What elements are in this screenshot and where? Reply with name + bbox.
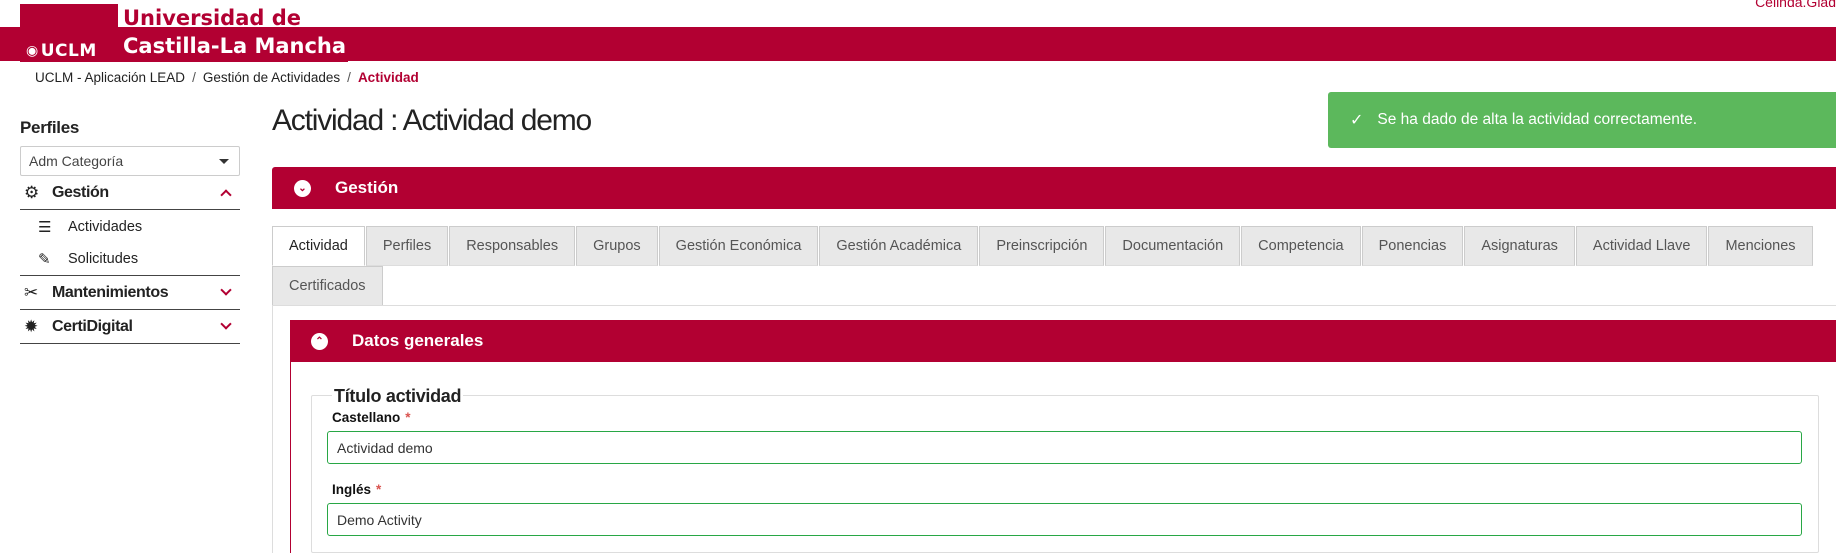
collapse-circle-icon: ⌄: [294, 179, 311, 197]
gears-icon: ⚙: [24, 182, 40, 202]
sidebar-group-certidigital[interactable]: ✹ CertiDigital: [20, 310, 240, 344]
tab-preinscripcion[interactable]: Preinscripción: [979, 226, 1105, 266]
tab-actividad[interactable]: Actividad: [272, 226, 365, 266]
tab-gestion-academica[interactable]: Gestión Académica: [819, 226, 979, 266]
sidebar: Perfiles Adm Categoría ⚙ Gestión ☰ Activ…: [20, 118, 240, 344]
required-mark: *: [376, 482, 382, 497]
section-title: Datos generales: [352, 331, 484, 350]
tab-asignaturas[interactable]: Asignaturas: [1464, 226, 1575, 266]
ingles-label: Inglés *: [332, 482, 382, 497]
tab-responsables[interactable]: Responsables: [449, 226, 576, 266]
breadcrumb-home[interactable]: UCLM - Aplicación LEAD: [35, 70, 185, 85]
chevron-down-icon: [220, 318, 232, 330]
tab-menciones[interactable]: Menciones: [1708, 226, 1813, 266]
file-signature-icon: ✎: [38, 251, 51, 268]
tab-competencia[interactable]: Competencia: [1241, 226, 1361, 266]
caret-down-icon: [219, 158, 229, 164]
logo-title-line2: Castilla-La Mancha: [123, 34, 347, 58]
check-icon: ✓: [1350, 112, 1364, 129]
panel-title: Gestión: [335, 178, 399, 197]
datos-generales-body: Título actividad Castellano * Actividad d…: [290, 362, 1836, 553]
logo-abbr: UCLM: [40, 41, 97, 61]
required-mark: *: [405, 410, 411, 425]
tab-bar: Actividad Perfiles Responsables Grupos G…: [272, 226, 1836, 306]
castellano-input[interactable]: Actividad demo: [327, 431, 1802, 464]
sidebar-item-actividades[interactable]: ☰ Actividades: [20, 210, 240, 243]
tab-actividad-llave[interactable]: Actividad Llave: [1575, 226, 1708, 266]
tab-ponencias[interactable]: Ponencias: [1361, 226, 1464, 266]
sidebar-item-label: Actividades: [68, 218, 143, 235]
castellano-label: Castellano *: [332, 410, 411, 425]
page-title: Actividad : Actividad demo: [272, 104, 592, 137]
user-name-link[interactable]: Celinda.Glad: [1755, 0, 1836, 10]
breadcrumb-gestion[interactable]: Gestión de Actividades: [203, 70, 340, 85]
chevron-down-icon: [220, 284, 232, 296]
ingles-input[interactable]: Demo Activity: [327, 503, 1802, 536]
sidebar-item-label: Solicitudes: [68, 251, 139, 267]
sidebar-title: Perfiles: [20, 118, 80, 137]
sidebar-group-mantenimientos[interactable]: ✂ Mantenimientos: [20, 276, 240, 310]
logo-title-line1: Universidad de: [123, 6, 302, 30]
fieldset-legend: Título actividad: [332, 386, 464, 407]
sidebar-group-label: Gestión: [52, 183, 109, 201]
sidebar-group-label: Mantenimientos: [52, 283, 169, 301]
tab-certificados[interactable]: Certificados: [272, 266, 383, 306]
breadcrumb: UCLM - Aplicación LEAD / Gestión de Acti…: [35, 70, 419, 85]
tab-documentacion[interactable]: Documentación: [1105, 226, 1241, 266]
certificate-icon: ✹: [24, 316, 39, 336]
sidebar-group-label: CertiDigital: [52, 317, 133, 335]
list-check-icon: ☰: [38, 218, 52, 236]
titulo-fieldset: Título actividad Castellano * Actividad d…: [311, 386, 1819, 553]
logo-mark-box: ◉ UCLM: [22, 4, 116, 62]
tools-icon: ✂: [24, 282, 39, 302]
tab-row-2: Certificados: [272, 266, 1836, 306]
breadcrumb-active: Actividad: [357, 70, 419, 85]
collapse-circle-icon: ⌃: [311, 332, 328, 350]
tab-gestion-economica[interactable]: Gestión Económica: [658, 226, 819, 266]
chevron-up-icon: [220, 189, 232, 201]
sidebar-group-gestion[interactable]: ⚙ Gestión: [20, 176, 240, 210]
tab-perfiles[interactable]: Perfiles: [365, 226, 449, 266]
profile-select-value: Adm Categoría: [29, 153, 124, 169]
logo-arc-icon: ◉: [26, 43, 39, 59]
tab-content: ⌃ Datos generales Título actividad Caste…: [272, 305, 1836, 553]
profile-select[interactable]: Adm Categoría: [20, 146, 240, 176]
sidebar-item-solicitudes[interactable]: ✎ Solicitudes: [20, 243, 240, 276]
tab-row-1: Actividad Perfiles Responsables Grupos G…: [272, 226, 1836, 266]
datos-generales-header[interactable]: ⌃ Datos generales: [290, 320, 1836, 362]
gestion-panel-header[interactable]: ⌄ Gestión: [272, 167, 1836, 209]
tab-grupos[interactable]: Grupos: [576, 226, 658, 266]
toast-message: Se ha dado de alta la actividad correcta…: [1377, 111, 1698, 128]
success-toast[interactable]: ✓ Se ha dado de alta la actividad correc…: [1328, 92, 1836, 148]
